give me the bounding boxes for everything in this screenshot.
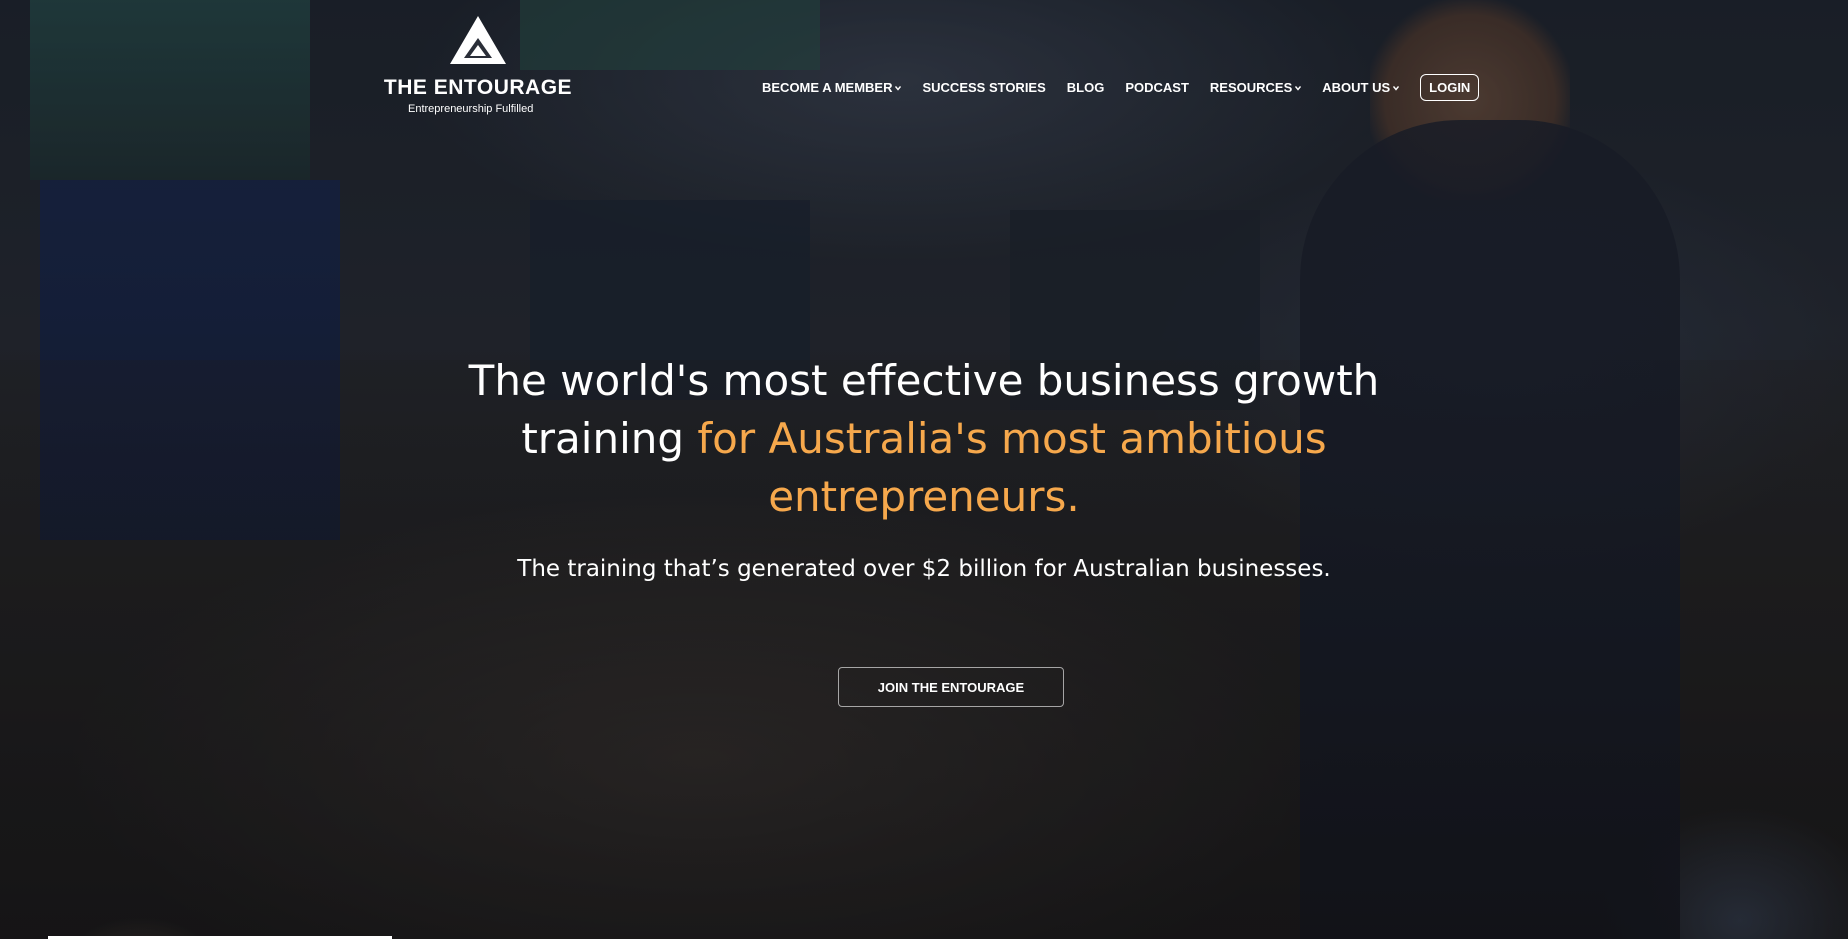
nav-podcast-label: PODCAST bbox=[1125, 80, 1189, 95]
logo-name: THE ENTOURAGE bbox=[383, 76, 573, 99]
nav-blog[interactable]: BLOG bbox=[1067, 80, 1105, 95]
nav-blog-label: BLOG bbox=[1066, 80, 1105, 95]
chevron-down-icon bbox=[1393, 85, 1400, 91]
hero-section: THE ENTOURAGE Entrepreneurship Fulfilled… bbox=[0, 0, 1848, 939]
nav-resources[interactable]: RESOURCES bbox=[1209, 80, 1302, 95]
join-the-entourage-button[interactable]: JOIN THE ENTOURAGE bbox=[838, 667, 1064, 707]
nav-success-stories[interactable]: SUCCESS STORIES bbox=[922, 80, 1045, 95]
triangle-logo-icon bbox=[450, 16, 506, 64]
nav-success-stories-label: SUCCESS STORIES bbox=[922, 80, 1046, 95]
nav-become-a-member-label: BECOME A MEMBER bbox=[762, 80, 893, 95]
chevron-down-icon bbox=[1295, 85, 1302, 91]
nav-podcast[interactable]: PODCAST bbox=[1125, 80, 1189, 95]
nav-become-a-member[interactable]: BECOME A MEMBER bbox=[762, 80, 902, 95]
nav-resources-label: RESOURCES bbox=[1209, 80, 1293, 95]
site-logo[interactable]: THE ENTOURAGE Entrepreneurship Fulfilled bbox=[378, 14, 578, 124]
chevron-down-icon bbox=[895, 85, 902, 91]
hero-subheadline: The training that’s generated over $2 bi… bbox=[517, 556, 1331, 582]
main-nav: BECOME A MEMBER SUCCESS STORIES BLOG POD… bbox=[762, 74, 1480, 101]
hero-headline-accent: for Australia's most ambitious entrepren… bbox=[697, 414, 1327, 521]
login-button[interactable]: LOGIN bbox=[1420, 74, 1480, 101]
logo-tagline: Entrepreneurship Fulfilled bbox=[408, 103, 534, 115]
nav-about-us-label: ABOUT US bbox=[1322, 80, 1391, 95]
nav-about-us[interactable]: ABOUT US bbox=[1322, 80, 1400, 95]
hero-headline: The world's most effective business grow… bbox=[424, 352, 1424, 526]
